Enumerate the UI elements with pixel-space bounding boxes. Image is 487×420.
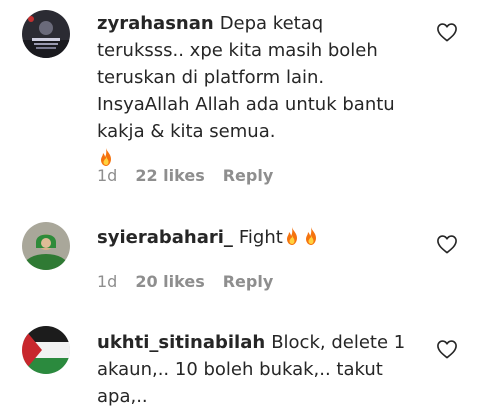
fire-emoji-icon: [101, 148, 111, 166]
comment-body: syierabahari_ Fight: [97, 224, 409, 251]
comment-time[interactable]: 1d: [97, 272, 117, 291]
comment-username[interactable]: syierabahari_: [97, 227, 233, 248]
reply-button[interactable]: Reply: [223, 166, 274, 185]
comment-meta: 1d 22 likes Reply: [97, 166, 291, 185]
fire-emoji-icon: [286, 227, 297, 245]
avatar[interactable]: [22, 326, 70, 374]
comment-likes[interactable]: 22 likes: [135, 166, 204, 185]
comment-body: ukhti_sitinabilah Block, delete 1 akaun,.…: [97, 329, 409, 410]
fire-emoji-icon: [305, 227, 316, 245]
comment-username[interactable]: zyrahasnan: [97, 13, 214, 34]
comment-text: Fight: [238, 227, 283, 248]
heart-outline-icon[interactable]: [436, 22, 458, 42]
comment-body: zyrahasnan Depa ketaq teruksss.. xpe kita…: [97, 10, 409, 172]
comment-username[interactable]: ukhti_sitinabilah: [97, 332, 265, 353]
avatar[interactable]: [22, 10, 70, 58]
avatar[interactable]: [22, 222, 70, 270]
comment-likes[interactable]: 20 likes: [135, 272, 204, 291]
reply-button[interactable]: Reply: [223, 272, 274, 291]
heart-outline-icon[interactable]: [436, 234, 458, 254]
comment-meta: 1d 20 likes Reply: [97, 272, 291, 291]
heart-outline-icon[interactable]: [436, 339, 458, 359]
comment-time[interactable]: 1d: [97, 166, 117, 185]
